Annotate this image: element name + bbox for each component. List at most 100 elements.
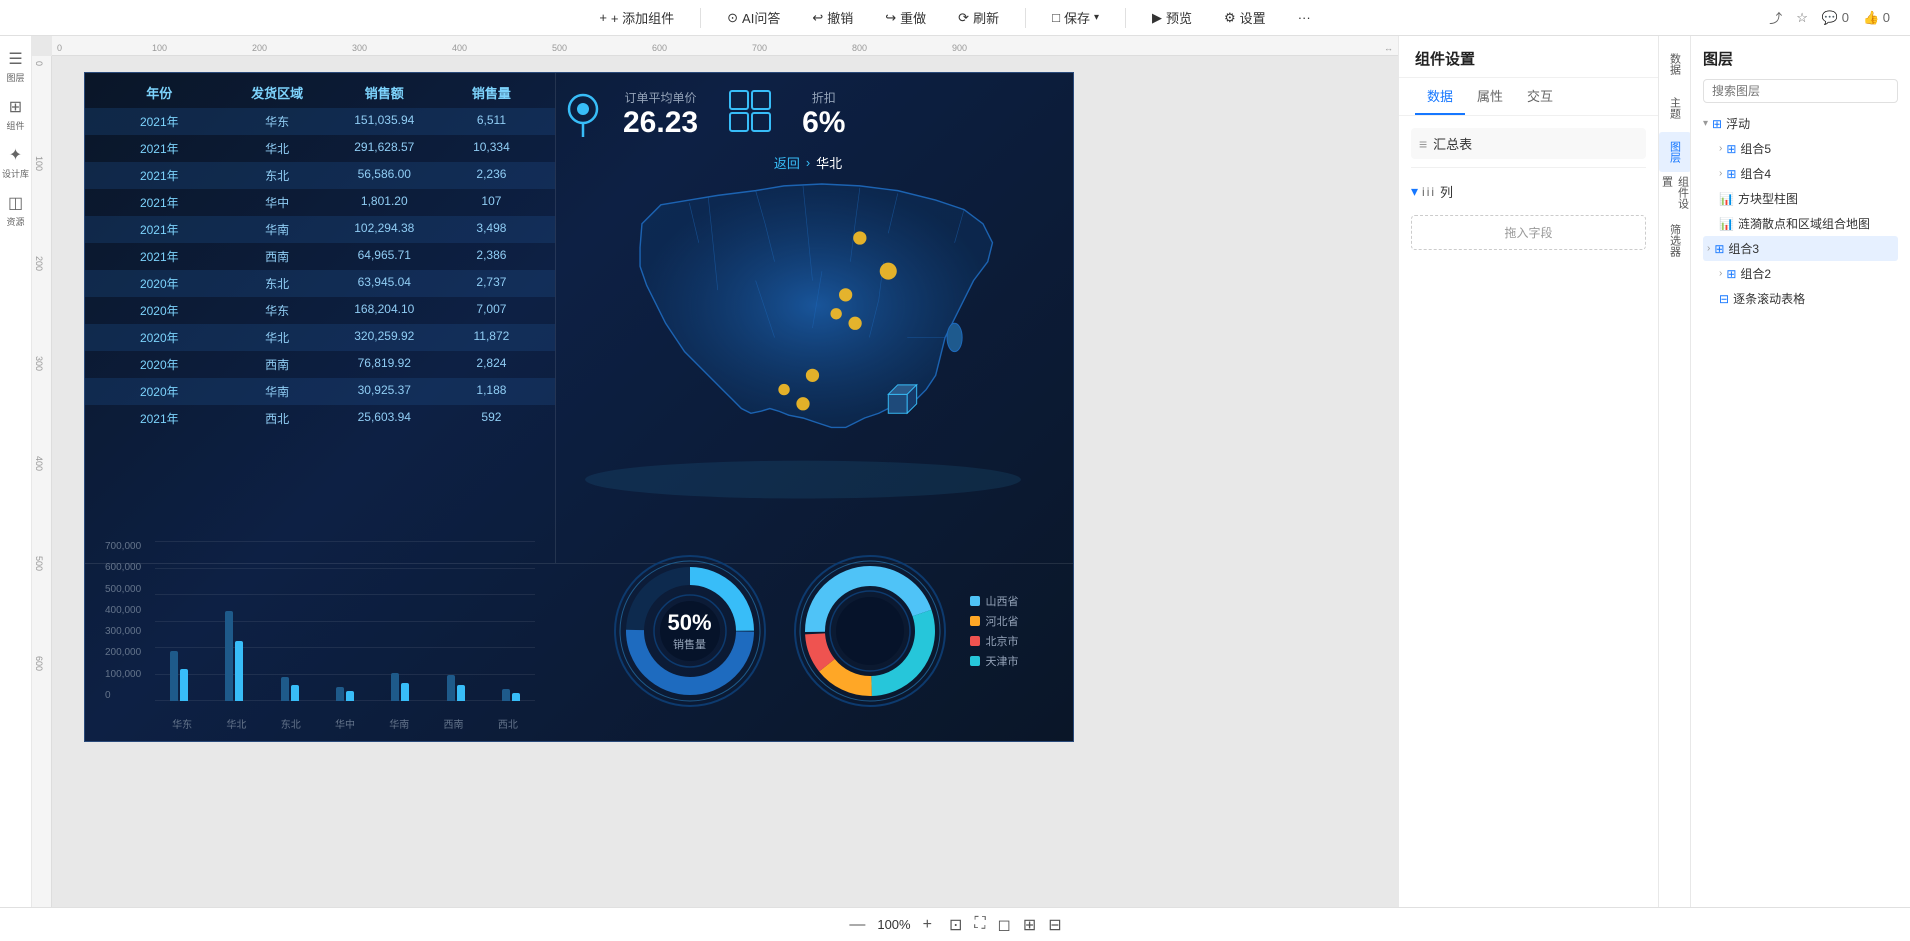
refresh-btn[interactable]: ⟳ 刷新 bbox=[952, 0, 1005, 36]
design-icon: ✦ bbox=[9, 145, 22, 165]
preview-icon: ▶ bbox=[1152, 10, 1162, 26]
preview-btn[interactable]: ▶ 预览 bbox=[1146, 0, 1198, 36]
col-collapse-icon[interactable]: ▾ bbox=[1411, 183, 1418, 200]
sidebar-item-design[interactable]: ✦ 设计库 bbox=[2, 140, 30, 184]
table-cell: 2020年 bbox=[95, 356, 224, 373]
panel-filter[interactable]: 筛选器 bbox=[1659, 220, 1691, 260]
table-row: 2020年华南30,925.371,188 bbox=[85, 378, 555, 405]
filter-panel-label: 筛选器 bbox=[1667, 224, 1683, 257]
layer-scroll-table[interactable]: ⊟ 逐条滚动表格 bbox=[1703, 286, 1898, 311]
legend-beijing: 北京市 bbox=[970, 633, 1019, 649]
ai-qa-btn[interactable]: ⊙ AI问答 bbox=[721, 0, 786, 36]
table-cell: 2,236 bbox=[438, 167, 545, 184]
nav-breadcrumb: 返回 › 华北 bbox=[774, 153, 842, 172]
layer-floating[interactable]: ▾ ⊞ 浮动 bbox=[1703, 111, 1898, 136]
location-icon bbox=[563, 89, 603, 148]
table-cell: 华中 bbox=[224, 194, 331, 211]
panel-layers[interactable]: 图层 bbox=[1659, 132, 1691, 172]
redo-btn[interactable]: ↪ 重做 bbox=[879, 0, 932, 36]
star-icon[interactable]: ☆ bbox=[1796, 10, 1808, 26]
scroll-table-label: 逐条滚动表格 bbox=[1733, 290, 1805, 307]
table-cell: 2021年 bbox=[95, 194, 224, 211]
fit-selection-tool[interactable]: ⊡ bbox=[946, 915, 965, 935]
sidebar-item-assets[interactable]: ◫ 资源 bbox=[2, 188, 30, 232]
actual-size-tool[interactable]: ◻ bbox=[995, 915, 1014, 935]
panel-theme[interactable]: 主题 bbox=[1659, 88, 1691, 128]
panel-data[interactable]: 数据 bbox=[1659, 44, 1691, 84]
fit-screen-tool[interactable]: ⛶ bbox=[971, 915, 988, 935]
table-cell: 东北 bbox=[224, 275, 331, 292]
ruler-top: 0 100 200 300 400 500 600 700 800 900 ↔ bbox=[52, 36, 1398, 56]
bar-group-dongbei bbox=[266, 677, 313, 701]
more-btn[interactable]: ··· bbox=[1292, 0, 1317, 36]
table-cell: 华北 bbox=[224, 329, 331, 346]
settings-icon: ⚙ bbox=[1224, 10, 1236, 26]
undo-btn[interactable]: ↩ 撤销 bbox=[806, 0, 859, 36]
layer-group3[interactable]: › ⊞ 组合3 bbox=[1703, 236, 1898, 261]
undo-icon: ↩ bbox=[812, 10, 823, 26]
canvas-area[interactable]: 0 100 200 300 400 500 600 700 800 900 ↔ … bbox=[32, 36, 1398, 941]
data-panel-label: 数据 bbox=[1667, 53, 1683, 75]
table-header: 年份 发货区域 销售额 销售量 bbox=[85, 83, 555, 108]
table-cell: 东北 bbox=[224, 167, 331, 184]
tab-interact[interactable]: 交互 bbox=[1515, 78, 1565, 115]
toolbar-right: ⤴ ☆ 💬 0 👍 0 bbox=[1769, 8, 1890, 27]
table-cell: 2021年 bbox=[95, 221, 224, 238]
donut2-legend: 山西省 河北省 北京市 天津市 bbox=[970, 593, 1019, 669]
tab-props[interactable]: 属性 bbox=[1465, 78, 1515, 115]
layer-map-chart[interactable]: 📊 涟漪散点和区域组合地图 bbox=[1703, 211, 1898, 236]
block-chart-icon: 📊 bbox=[1719, 192, 1734, 206]
nav-back[interactable]: 返回 bbox=[774, 153, 800, 172]
table-cell: 华北 bbox=[224, 140, 331, 157]
layer-block-chart[interactable]: 📊 方块型柱图 bbox=[1703, 186, 1898, 211]
dashboard-canvas[interactable]: 年份 发货区域 销售额 销售量 2021年华东151,035.946,51120… bbox=[84, 72, 1074, 742]
comp-settings-title: 组件设置 bbox=[1399, 36, 1658, 78]
legend-hebei: 河北省 bbox=[970, 613, 1019, 629]
bar-group-huabei bbox=[210, 611, 257, 701]
share-icon[interactable]: ⤴ bbox=[1769, 8, 1782, 27]
china-map[interactable]: 返回 › 华北 bbox=[543, 148, 1073, 563]
save-dropdown-icon[interactable]: ▾ bbox=[1094, 12, 1099, 23]
layer-group5[interactable]: › ⊞ 组合5 bbox=[1703, 136, 1898, 161]
panel-comp-settings[interactable]: 组件设置 bbox=[1659, 176, 1691, 216]
zoom-out-btn[interactable]: — bbox=[845, 916, 869, 934]
legend-tianjin: 天津市 bbox=[970, 653, 1019, 669]
table-cell: 291,628.57 bbox=[331, 140, 438, 157]
drop-zone[interactable]: 拖入字段 bbox=[1411, 215, 1646, 250]
table-cell: 2,386 bbox=[438, 248, 545, 265]
save-btn[interactable]: □ 保存 ▾ bbox=[1046, 0, 1105, 36]
table-cell: 320,259.92 bbox=[331, 329, 438, 346]
group2-icon: ⊞ bbox=[1726, 267, 1736, 281]
table-cell: 2,824 bbox=[438, 356, 545, 373]
group5-label: 组合5 bbox=[1740, 140, 1771, 157]
table-row: 2021年西南64,965.712,386 bbox=[85, 243, 555, 270]
table-row: 2021年华中1,801.20107 bbox=[85, 189, 555, 216]
sidebar-item-layers[interactable]: ☰ 图层 bbox=[2, 44, 30, 88]
bottom-bar: — 100% + ⊡ ⛶ ◻ ⊞ ⊟ bbox=[0, 907, 1910, 941]
table-cell: 2021年 bbox=[95, 140, 224, 157]
bottom-charts: 700,000 600,000 500,000 400,000 300,000 … bbox=[85, 521, 1073, 741]
left-sidebar: ☰ 图层 ⊞ 组件 ✦ 设计库 ◫ 资源 bbox=[0, 36, 32, 941]
table-row: 2021年华南102,294.383,498 bbox=[85, 216, 555, 243]
settings-btn[interactable]: ⚙ 设置 bbox=[1218, 0, 1272, 36]
add-component-btn[interactable]: + + 添加组件 bbox=[593, 0, 680, 36]
data-source-item[interactable]: ≡ 汇总表 bbox=[1411, 128, 1646, 159]
table-cell: 华东 bbox=[224, 302, 331, 319]
components-label: 组件 bbox=[6, 119, 24, 132]
layer-group4[interactable]: › ⊞ 组合4 bbox=[1703, 161, 1898, 186]
add-icon: + bbox=[599, 10, 607, 25]
sidebar-item-components[interactable]: ⊞ 组件 bbox=[2, 92, 30, 136]
scroll-table-icon: ⊟ bbox=[1719, 292, 1729, 306]
zoom-in-btn[interactable]: + bbox=[919, 916, 936, 934]
col-sales-amt: 销售额 bbox=[331, 83, 438, 102]
tab-data[interactable]: 数据 bbox=[1415, 78, 1465, 115]
ruler-tool[interactable]: ⊟ bbox=[1045, 915, 1064, 935]
layer-search-input[interactable] bbox=[1703, 79, 1898, 103]
table-row: 2020年华东168,204.107,007 bbox=[85, 297, 555, 324]
grid-tool[interactable]: ⊞ bbox=[1020, 915, 1039, 935]
comment-icon: 💬 bbox=[1822, 10, 1838, 25]
table-cell: 2020年 bbox=[95, 275, 224, 292]
legend-shanxi: 山西省 bbox=[970, 593, 1019, 609]
layer-panel-content: 图层 ▾ ⊞ 浮动 › ⊞ 组合5 › ⊞ 组合4 📊 方块型柱图 📊 涟漪散点… bbox=[1691, 36, 1910, 323]
layer-group2[interactable]: › ⊞ 组合2 bbox=[1703, 261, 1898, 286]
